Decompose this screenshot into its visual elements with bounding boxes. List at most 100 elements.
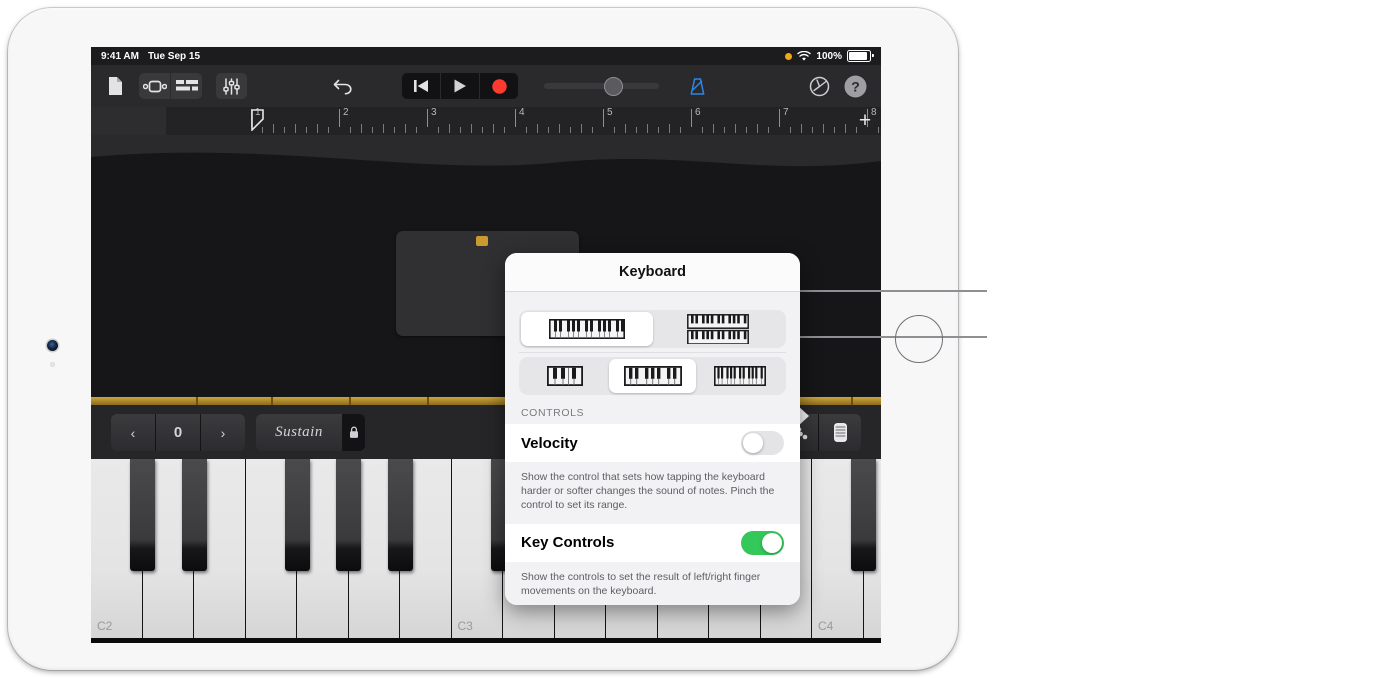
ruler-tick: [878, 127, 879, 133]
glissando-icon[interactable]: [818, 414, 861, 451]
view-toggle-group: [139, 73, 202, 99]
ruler-barline: [427, 109, 429, 127]
ruler-tick: [449, 124, 450, 133]
ruler-tick: [548, 127, 549, 133]
keyboard-size-medium-option[interactable]: [608, 359, 697, 393]
keyboard-size-large-option[interactable]: [696, 359, 784, 393]
ruler-tick: [284, 127, 285, 133]
sustain-button[interactable]: Sustain: [256, 414, 342, 451]
ruler-tick: [372, 127, 373, 133]
large-keyboard-icon: [714, 366, 767, 386]
octave-up-button[interactable]: ›: [200, 414, 245, 451]
ruler-tick: [713, 124, 714, 133]
undo-icon[interactable]: [329, 73, 357, 99]
lock-icon[interactable]: [342, 414, 365, 451]
master-volume-slider[interactable]: [544, 77, 659, 96]
ruler-tick: [504, 127, 505, 133]
velocity-toggle[interactable]: [741, 431, 784, 455]
track-header-curve: [91, 135, 881, 167]
black-key[interactable]: [130, 459, 155, 571]
octave-and-sustain-controls: ‹ 0 › Sustain: [111, 414, 365, 451]
home-button[interactable]: [895, 315, 943, 363]
ruler-tick: [383, 124, 384, 133]
ruler-tick: [328, 127, 329, 133]
octave-label: C4: [818, 619, 834, 633]
keyboard-size-segmented-control: [519, 357, 786, 395]
ruler-tick: [647, 124, 648, 133]
ruler-tick: [493, 124, 494, 133]
black-key[interactable]: [284, 459, 310, 571]
ruler-tick: [482, 127, 483, 133]
octave-label: C3: [457, 619, 473, 633]
popover-spacer: [505, 292, 800, 310]
help-icon[interactable]: ?: [841, 73, 869, 99]
ruler-barline: [339, 109, 341, 127]
key-controls-toggle[interactable]: [741, 530, 784, 555]
transport-controls: [402, 73, 518, 99]
octave-label: C2: [97, 619, 113, 633]
ruler-tick: [273, 124, 274, 133]
ruler-tick: [636, 127, 637, 133]
region-marker-icon: [476, 236, 488, 246]
black-key[interactable]: [181, 459, 207, 571]
ruler-barline: [779, 109, 781, 127]
rewind-icon[interactable]: [402, 73, 440, 99]
ruler-tick: [416, 127, 417, 133]
ruler-tick: [768, 127, 769, 133]
small-keyboard-icon: [546, 366, 583, 386]
ruler-tick: [801, 124, 802, 133]
keyboard-size-small-option[interactable]: [521, 359, 609, 393]
document-icon[interactable]: [101, 73, 129, 99]
status-date: Tue Sep 15: [147, 50, 201, 62]
browser-view-icon[interactable]: [139, 73, 170, 99]
controls-section-header: CONTROLS: [521, 407, 585, 419]
octave-down-button[interactable]: ‹: [111, 414, 155, 451]
keyboard-size-segment-row: [519, 357, 786, 395]
key-controls-toggle-knob: [761, 532, 783, 554]
main-toolbar: ?: [91, 65, 881, 107]
double-keyboard-icon: [687, 314, 750, 344]
ruler-tick: [471, 124, 472, 133]
ruler-barline: [603, 109, 605, 127]
black-key[interactable]: [387, 459, 413, 571]
status-bar-left: 9:41 AM Tue Sep 15: [101, 51, 200, 62]
key-controls-row: Key Controls: [505, 523, 800, 562]
ruler-tick: [405, 124, 406, 133]
tracks-view-icon[interactable]: [170, 73, 202, 99]
playhead-icon[interactable]: [251, 109, 265, 131]
ruler-tick: [438, 127, 439, 133]
front-camera-icon: [47, 340, 58, 351]
svg-text:?: ?: [851, 78, 860, 94]
status-bar-right: 100%: [785, 50, 874, 62]
ruler-tick: [757, 124, 758, 133]
mixer-faders-icon[interactable]: [216, 73, 247, 99]
timeline-ruler[interactable]: 12345678 +: [91, 107, 881, 135]
ruler-bar-number: 4: [519, 107, 525, 118]
keyboard-settings-popover: Keyboard CONTROLS Velocity Show the cont…: [505, 253, 800, 605]
ruler-tick: [702, 127, 703, 133]
ipad-screen: 9:41 AM Tue Sep 15 100% ? 1 2 3 4 5 6 7 …: [91, 47, 881, 643]
metronome-icon[interactable]: [683, 73, 711, 99]
key-controls-description: Show the controls to set the result of l…: [505, 561, 800, 605]
add-section-button[interactable]: +: [855, 110, 875, 131]
ruler-left-pad: [91, 107, 166, 135]
gear-icon[interactable]: [805, 73, 833, 99]
velocity-label: Velocity: [521, 434, 578, 452]
keyboard-layout-segment-row: [519, 310, 786, 348]
play-icon[interactable]: [440, 73, 479, 99]
ruler-tick: [460, 127, 461, 133]
segment-divider: [519, 352, 786, 353]
record-icon[interactable]: [479, 73, 518, 99]
black-key[interactable]: [851, 459, 876, 571]
double-keyboard-option[interactable]: [653, 312, 785, 346]
status-bar: 9:41 AM Tue Sep 15 100%: [91, 47, 881, 65]
black-key[interactable]: [336, 459, 361, 571]
ruler-tick: [625, 124, 626, 133]
ipad-device-frame: 9:41 AM Tue Sep 15 100% ? 1 2 3 4 5 6 7 …: [8, 8, 958, 670]
ambient-sensor-icon: [50, 362, 55, 367]
ruler-tick: [570, 127, 571, 133]
single-keyboard-option[interactable]: [521, 312, 653, 346]
ruler-bar-number: 6: [695, 107, 701, 118]
ruler-tick: [658, 127, 659, 133]
volume-slider-knob[interactable]: [604, 77, 623, 96]
